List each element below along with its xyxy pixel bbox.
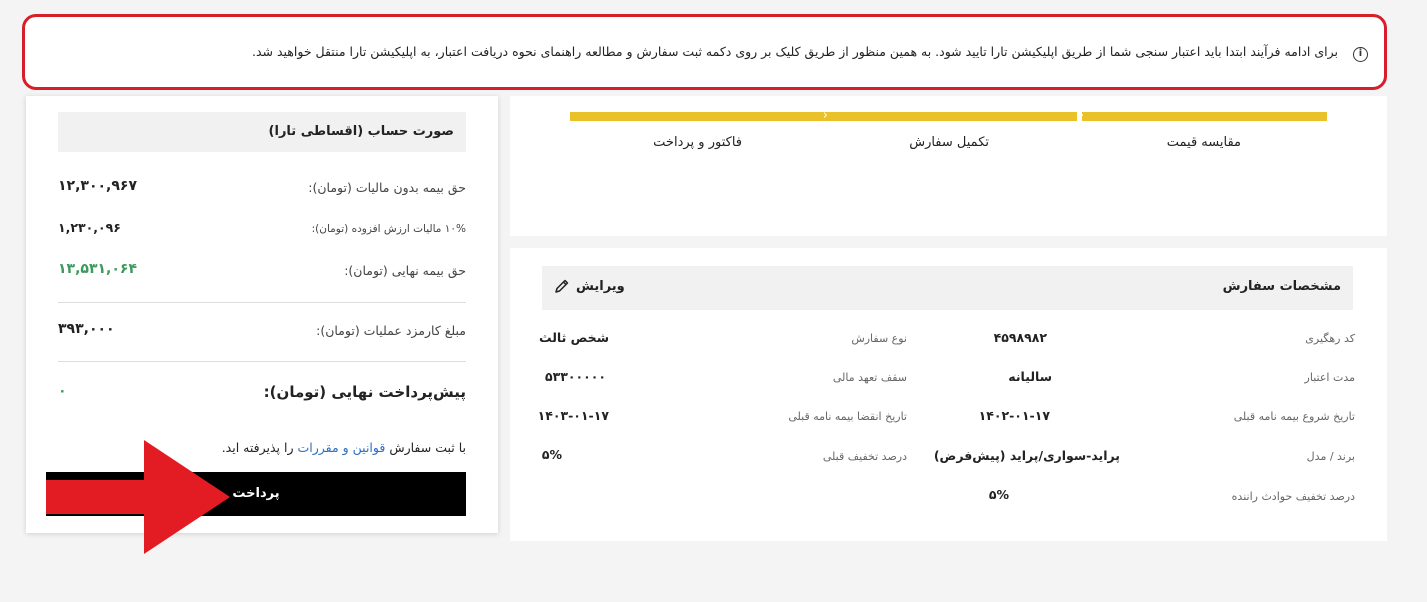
- prev-policy-expiry-value: ۱۴۰۳-۰۱-۱۷: [537, 408, 609, 423]
- order-type-value: شخص ثالث: [538, 330, 609, 345]
- prev-policy-start-label: تاریخ شروع بیمه نامه قبلی: [1233, 410, 1355, 423]
- terms-prefix: با ثبت سفارش: [389, 440, 466, 455]
- progress-steps: ‹ ‹ مقایسه قیمت تکمیل سفارش فاکتور و پرد…: [510, 96, 1387, 236]
- order-details-header: مشخصات سفارش ویرایش: [542, 266, 1353, 310]
- brand-model-label: برند / مدل: [1306, 450, 1355, 463]
- operation-fee-label: مبلغ کارمزد عملیات (تومان):: [316, 323, 466, 338]
- vat-label: ۱۰% مالیات ارزش افزوده (تومان):: [311, 223, 466, 235]
- order-details-title: مشخصات سفارش: [1222, 279, 1341, 294]
- final-premium-value: ۱۳,۵۳۱,۰۶۴: [58, 261, 137, 277]
- invoice-header: صورت حساب (اقساطی تارا): [58, 112, 466, 152]
- prev-discount-value: ۵%: [541, 447, 562, 462]
- step-label-invoice-payment: فاکتور و پرداخت: [653, 135, 742, 150]
- driver-discount-value: ۵%: [988, 487, 1009, 502]
- order-details-card: مشخصات سفارش ویرایش کد رهگیری ۴۵۹۸۹۸۲ مد…: [510, 248, 1387, 541]
- step-label-complete-order: تکمیل سفارش: [909, 135, 989, 150]
- prepayment-label: پیش‌پرداخت نهایی (تومان):: [263, 383, 466, 401]
- operation-fee-value: ۳۹۳,۰۰۰: [58, 321, 115, 337]
- alert-notice: i برای ادامه فرآیند ابتدا باید اعتبار سن…: [22, 14, 1387, 90]
- progress-bar-step-1: [1082, 112, 1327, 121]
- pencil-icon: [555, 279, 569, 293]
- chevron-left-icon: ‹: [822, 108, 828, 123]
- edit-label: ویرایش: [576, 278, 625, 294]
- financial-cap-label: سقف تعهد مالی: [832, 371, 907, 384]
- divider: [58, 361, 466, 362]
- prepayment-value: ۰: [58, 383, 67, 399]
- terms-link[interactable]: قوانین و مقررات: [297, 440, 385, 455]
- validity-period-value: سالیانه: [1008, 369, 1052, 384]
- final-premium-label: حق بیمه نهایی (تومان):: [344, 263, 466, 278]
- order-type-label: نوع سفارش: [851, 332, 907, 345]
- validity-period-label: مدت اعتبار: [1304, 371, 1355, 384]
- tracking-code-value: ۴۵۹۸۹۸۲: [993, 330, 1047, 345]
- invoice-title: صورت حساب (اقساطی تارا): [268, 124, 454, 139]
- financial-cap-value: ۵۳۳۰۰۰۰۰: [544, 369, 606, 384]
- step-label-price-compare: مقایسه قیمت: [1166, 135, 1241, 150]
- info-icon: i: [1353, 47, 1368, 62]
- prev-discount-label: درصد تخفیف قبلی: [822, 450, 907, 463]
- brand-model-value: پراید-سواری/پراید (پیش‌فرض): [933, 448, 1120, 463]
- tracking-code-label: کد رهگیری: [1305, 332, 1355, 345]
- chevron-left-icon: ‹: [1078, 108, 1084, 123]
- prev-policy-start-value: ۱۴۰۲-۰۱-۱۷: [978, 408, 1050, 423]
- edit-button[interactable]: ویرایش: [554, 278, 625, 294]
- red-arrow-annotation: [46, 440, 230, 554]
- progress-bar-step-2: [822, 112, 1077, 121]
- driver-discount-label: درصد تخفیف حوادث راننده: [1231, 490, 1355, 503]
- notice-text: برای ادامه فرآیند ابتدا باید اعتبار سنجی…: [251, 44, 1338, 59]
- vat-value: ۱,۲۳۰,۰۹۶: [58, 220, 121, 235]
- prev-policy-expiry-label: تاریخ انقضا بیمه نامه قبلی: [788, 410, 907, 423]
- progress-bar-step-3: [570, 112, 822, 121]
- premium-no-tax-value: ۱۲,۳۰۰,۹۶۷: [58, 178, 137, 194]
- terms-text: با ثبت سفارش قوانین و مقررات را پذیرفته …: [222, 440, 466, 455]
- divider: [58, 302, 466, 303]
- premium-no-tax-label: حق بیمه بدون مالیات (تومان):: [308, 180, 466, 195]
